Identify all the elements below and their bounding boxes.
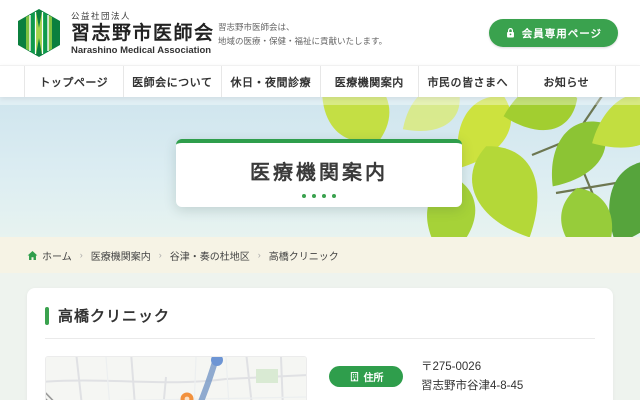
global-nav: トップページ 医師会について 休日・夜間診療 医療機関案内 市民の皆さまへ お知… — [0, 65, 640, 97]
address-badge: 住所 — [329, 366, 403, 387]
breadcrumb-item-current: 高橋クリニック — [269, 248, 339, 263]
page: 公益社団法人 習志野市医師会 Narashino Medical Associa… — [0, 0, 640, 400]
clinic-detail-card: 高橋クリニック — [27, 288, 613, 400]
carousel-dot[interactable] — [302, 194, 306, 198]
hero-title-card: 医療機関案内 — [176, 139, 462, 207]
tagline-line1: 習志野市医師会は、 — [218, 20, 387, 34]
breadcrumb-item-district[interactable]: 谷津・奏の杜地区 — [170, 248, 250, 263]
org-type: 公益社団法人 — [71, 10, 215, 22]
site-logo[interactable]: 公益社団法人 習志野市医師会 Narashino Medical Associa… — [16, 8, 215, 58]
nav-item-holiday-night-care[interactable]: 休日・夜間診療 — [221, 66, 320, 97]
tagline-line2: 地域の医療・保健・福祉に貢献いたします。 — [218, 34, 387, 48]
postal-code: 〒275-0026 — [421, 358, 523, 377]
page-title: 医療機関案内 — [176, 156, 462, 185]
carousel-dot[interactable] — [312, 194, 316, 198]
org-name-en: Narashino Medical Association — [71, 45, 215, 56]
address-row: 住所 〒275-0026 習志野市谷津4-8-45 — [329, 358, 523, 396]
logo-text: 公益社団法人 習志野市医師会 Narashino Medical Associa… — [71, 10, 215, 57]
site-header: 公益社団法人 習志野市医師会 Narashino Medical Associa… — [0, 0, 640, 65]
nav-item-medical-institutions[interactable]: 医療機関案内 — [320, 66, 419, 97]
address-line: 習志野市谷津4-8-45 — [421, 377, 523, 396]
clinic-location-map[interactable] — [45, 356, 307, 400]
clinic-detail-row: 住所 〒275-0026 習志野市谷津4-8-45 電話番号 — [27, 339, 613, 400]
address-badge-label: 住所 — [364, 369, 384, 384]
breadcrumb: ホーム › 医療機関案内 › 谷津・奏の杜地区 › 高橋クリニック — [0, 237, 640, 273]
map-image — [46, 357, 307, 400]
heading-accent-bar — [45, 307, 49, 325]
nav-item-news[interactable]: お知らせ — [517, 66, 617, 97]
header-tagline: 習志野市医師会は、 地域の医療・保健・福祉に貢献いたします。 — [218, 20, 387, 49]
address-text: 〒275-0026 習志野市谷津4-8-45 — [421, 358, 523, 396]
nav-item-top[interactable]: トップページ — [24, 66, 123, 97]
carousel-dot[interactable] — [322, 194, 326, 198]
global-nav-inner: トップページ 医師会について 休日・夜間診療 医療機関案内 市民の皆さまへ お知… — [24, 66, 616, 97]
clinic-info: 住所 〒275-0026 習志野市谷津4-8-45 電話番号 — [329, 356, 523, 400]
nav-item-for-citizens[interactable]: 市民の皆さまへ — [418, 66, 517, 97]
member-page-button-label: 会員専用ページ — [522, 26, 602, 41]
main-content: 高橋クリニック — [0, 273, 640, 400]
breadcrumb-separator: › — [80, 250, 83, 260]
breadcrumb-item-medical-institutions[interactable]: 医療機関案内 — [91, 248, 151, 263]
carousel-dots — [176, 194, 462, 198]
clinic-name: 高橋クリニック — [58, 305, 170, 326]
breadcrumb-separator: › — [159, 250, 162, 260]
nav-item-about[interactable]: 医師会について — [123, 66, 222, 97]
hero-banner: 医療機関案内 — [0, 97, 640, 237]
breadcrumb-home-label: ホーム — [42, 248, 72, 263]
lock-icon — [505, 27, 516, 39]
building-icon — [349, 371, 360, 382]
clinic-heading: 高橋クリニック — [27, 288, 613, 326]
breadcrumb-home-link[interactable]: ホーム — [27, 248, 72, 263]
carousel-dot[interactable] — [332, 194, 336, 198]
association-logo-icon — [16, 8, 62, 58]
org-name: 習志野市医師会 — [71, 23, 215, 45]
home-icon — [27, 250, 38, 261]
breadcrumb-separator: › — [258, 250, 261, 260]
member-page-button[interactable]: 会員専用ページ — [489, 19, 618, 47]
